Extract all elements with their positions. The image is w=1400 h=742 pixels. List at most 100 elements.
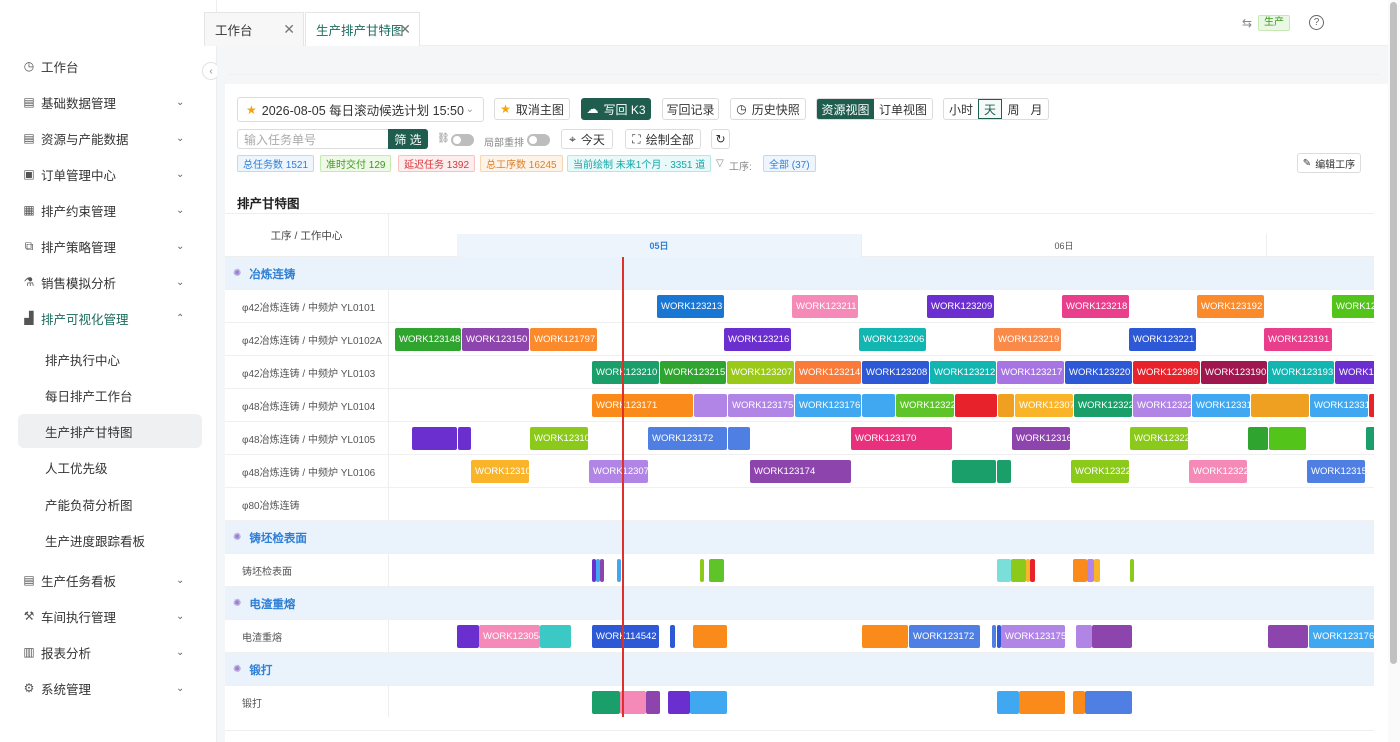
task-bar[interactable]: WORK123214	[795, 361, 861, 384]
task-bar[interactable]	[997, 460, 1011, 483]
task-bar[interactable]: WORK123054	[479, 625, 540, 648]
writeback-button[interactable]: ☁ 写回 K3	[581, 98, 651, 120]
task-bar[interactable]	[540, 625, 571, 648]
task-bar[interactable]: WORK123206	[859, 328, 926, 351]
task-bar[interactable]: WORK123175	[1001, 625, 1065, 648]
task-bar[interactable]: WORK123198	[1332, 295, 1374, 318]
task-bar[interactable]	[1094, 559, 1100, 582]
gantt-row-label[interactable]: ✺ 锻打	[225, 653, 389, 686]
task-bar[interactable]	[862, 625, 908, 648]
task-bar[interactable]: WORK123158	[1307, 460, 1365, 483]
sidebar-item[interactable]: ⚙ 系统管理 ⌄	[0, 670, 217, 706]
env-badge[interactable]: 生产	[1258, 15, 1290, 31]
sidebar-item[interactable]: ▣ 订单管理中心 ⌄	[0, 156, 217, 192]
process-filter-select[interactable]: 全部 (37)	[763, 155, 816, 172]
task-bar[interactable]	[690, 691, 727, 714]
task-bar[interactable]	[1030, 559, 1035, 582]
task-bar[interactable]: WORK123148	[395, 328, 461, 351]
sidebar-subitem[interactable]: 排产执行中心	[18, 342, 202, 376]
sidebar-subitem[interactable]: 生产进度跟踪看板	[18, 523, 202, 557]
task-bar[interactable]: WORK123217	[997, 361, 1064, 384]
gantt-row-label[interactable]: ✺ 铸坯检表面	[225, 521, 389, 554]
task-bar[interactable]: WORK121797	[530, 328, 597, 351]
sidebar-item[interactable]: ⚗ 销售模拟分析 ⌄	[0, 264, 217, 300]
task-bar[interactable]	[728, 427, 750, 450]
draw-all-button[interactable]: ⛶ 绘制全部	[625, 129, 701, 149]
partial-reschedule-toggle[interactable]	[527, 134, 550, 146]
task-bar[interactable]	[694, 394, 727, 417]
task-bar[interactable]	[600, 559, 604, 582]
task-bar[interactable]	[1073, 559, 1087, 582]
task-bar[interactable]: WORK123210	[592, 361, 659, 384]
task-bar[interactable]: WORK123220	[1065, 361, 1132, 384]
task-bar[interactable]: WORK123207	[727, 361, 794, 384]
task-bar[interactable]: WORK123079	[589, 460, 648, 483]
history-snapshot-button[interactable]: ◷ 历史快照	[730, 98, 806, 120]
task-bar[interactable]: WORK123221	[1129, 328, 1196, 351]
task-bar[interactable]: WORK123150	[462, 328, 529, 351]
task-bar[interactable]: WORK123105	[471, 460, 529, 483]
edit-process-button[interactable]: ✎ 编辑工序	[1297, 153, 1361, 173]
task-bar[interactable]: WORK123227	[1071, 460, 1129, 483]
scale-hour[interactable]: 小时	[944, 99, 978, 119]
task-bar[interactable]	[955, 394, 997, 417]
task-bar[interactable]	[457, 625, 479, 648]
task-bar[interactable]: WORK114542	[592, 625, 659, 648]
task-bar[interactable]	[700, 559, 704, 582]
task-search-input[interactable]: 输入任务单号	[237, 129, 389, 149]
task-bar[interactable]: WORK123211	[792, 295, 858, 318]
task-bar[interactable]	[1248, 427, 1268, 450]
task-bar[interactable]: WORK123175	[728, 394, 794, 417]
task-bar[interactable]	[1268, 625, 1308, 648]
close-icon[interactable]: ✕	[399, 21, 411, 38]
task-bar[interactable]: WORK123216	[724, 328, 791, 351]
sidebar-subitem[interactable]: 每日排产工作台	[18, 378, 202, 412]
task-bar[interactable]: WORK123213	[657, 295, 724, 318]
scale-week[interactable]: 周	[1002, 99, 1025, 119]
task-bar[interactable]	[992, 625, 996, 648]
task-bar[interactable]: WORK123176	[1309, 625, 1374, 648]
sidebar-item[interactable]: ◷ 工作台	[0, 48, 217, 84]
task-bar[interactable]: WORK123078	[1015, 394, 1073, 417]
task-bar[interactable]	[997, 559, 1011, 582]
task-bar[interactable]	[592, 691, 620, 714]
gantt-row-label[interactable]: ✺ 冶炼连铸	[225, 257, 389, 290]
gantt-row-label[interactable]: ✺ 电渣重熔	[225, 587, 389, 620]
tab-resource-view[interactable]: 资源视图	[817, 99, 875, 119]
unstar-button[interactable]: ★ 取消主图	[494, 98, 570, 120]
task-bar[interactable]	[1251, 394, 1309, 417]
task-bar[interactable]: WORK123172	[909, 625, 980, 648]
task-bar[interactable]: WORK123172	[648, 427, 727, 450]
task-bar[interactable]: WORK123310	[1192, 394, 1250, 417]
task-bar[interactable]	[670, 625, 675, 648]
tab-gantt[interactable]: 生产排产甘特图 ✕	[305, 12, 420, 46]
task-bar[interactable]: WORK123193	[1268, 361, 1334, 384]
task-bar[interactable]: WORK123191	[1264, 328, 1332, 351]
sidebar-item[interactable]: ⧉ 排产策略管理 ⌄	[0, 228, 217, 264]
task-bar[interactable]	[952, 460, 996, 483]
task-bar[interactable]	[1019, 691, 1065, 714]
plan-select[interactable]: ★ 2026-08-05 每日滚动候选计划 15:50 ⌄	[237, 97, 484, 122]
task-bar[interactable]: WORK123208	[862, 361, 929, 384]
horizontal-scrollbar[interactable]	[225, 730, 1374, 731]
task-bar[interactable]	[1085, 691, 1132, 714]
scrollbar-thumb[interactable]	[1390, 2, 1397, 664]
sidebar-item[interactable]: ▤ 基础数据管理 ⌄	[0, 84, 217, 120]
today-button[interactable]: ⌖ 今天	[561, 129, 613, 149]
task-bar[interactable]	[1011, 559, 1026, 582]
task-bar[interactable]: WORK123315	[1310, 394, 1368, 417]
sidebar-item[interactable]: ▤ 资源与产能数据 ⌄	[0, 120, 217, 156]
task-bar[interactable]	[668, 691, 690, 714]
sidebar-item[interactable]: ⚒ 车间执行管理 ⌄	[0, 598, 217, 634]
task-bar[interactable]	[1269, 427, 1306, 450]
sidebar-subitem[interactable]: 生产排产甘特图	[18, 414, 202, 448]
sidebar-item[interactable]: ▥ 报表分析 ⌄	[0, 634, 217, 670]
task-bar[interactable]	[412, 427, 457, 450]
task-bar[interactable]: WORK123219	[994, 328, 1061, 351]
task-bar[interactable]: WORK123226	[1130, 427, 1188, 450]
task-bar[interactable]: WORK123190	[1201, 361, 1267, 384]
task-bar[interactable]: WORK123223	[896, 394, 954, 417]
task-bar[interactable]	[1092, 625, 1132, 648]
task-bar[interactable]	[1366, 427, 1374, 450]
task-bar[interactable]	[617, 559, 621, 582]
